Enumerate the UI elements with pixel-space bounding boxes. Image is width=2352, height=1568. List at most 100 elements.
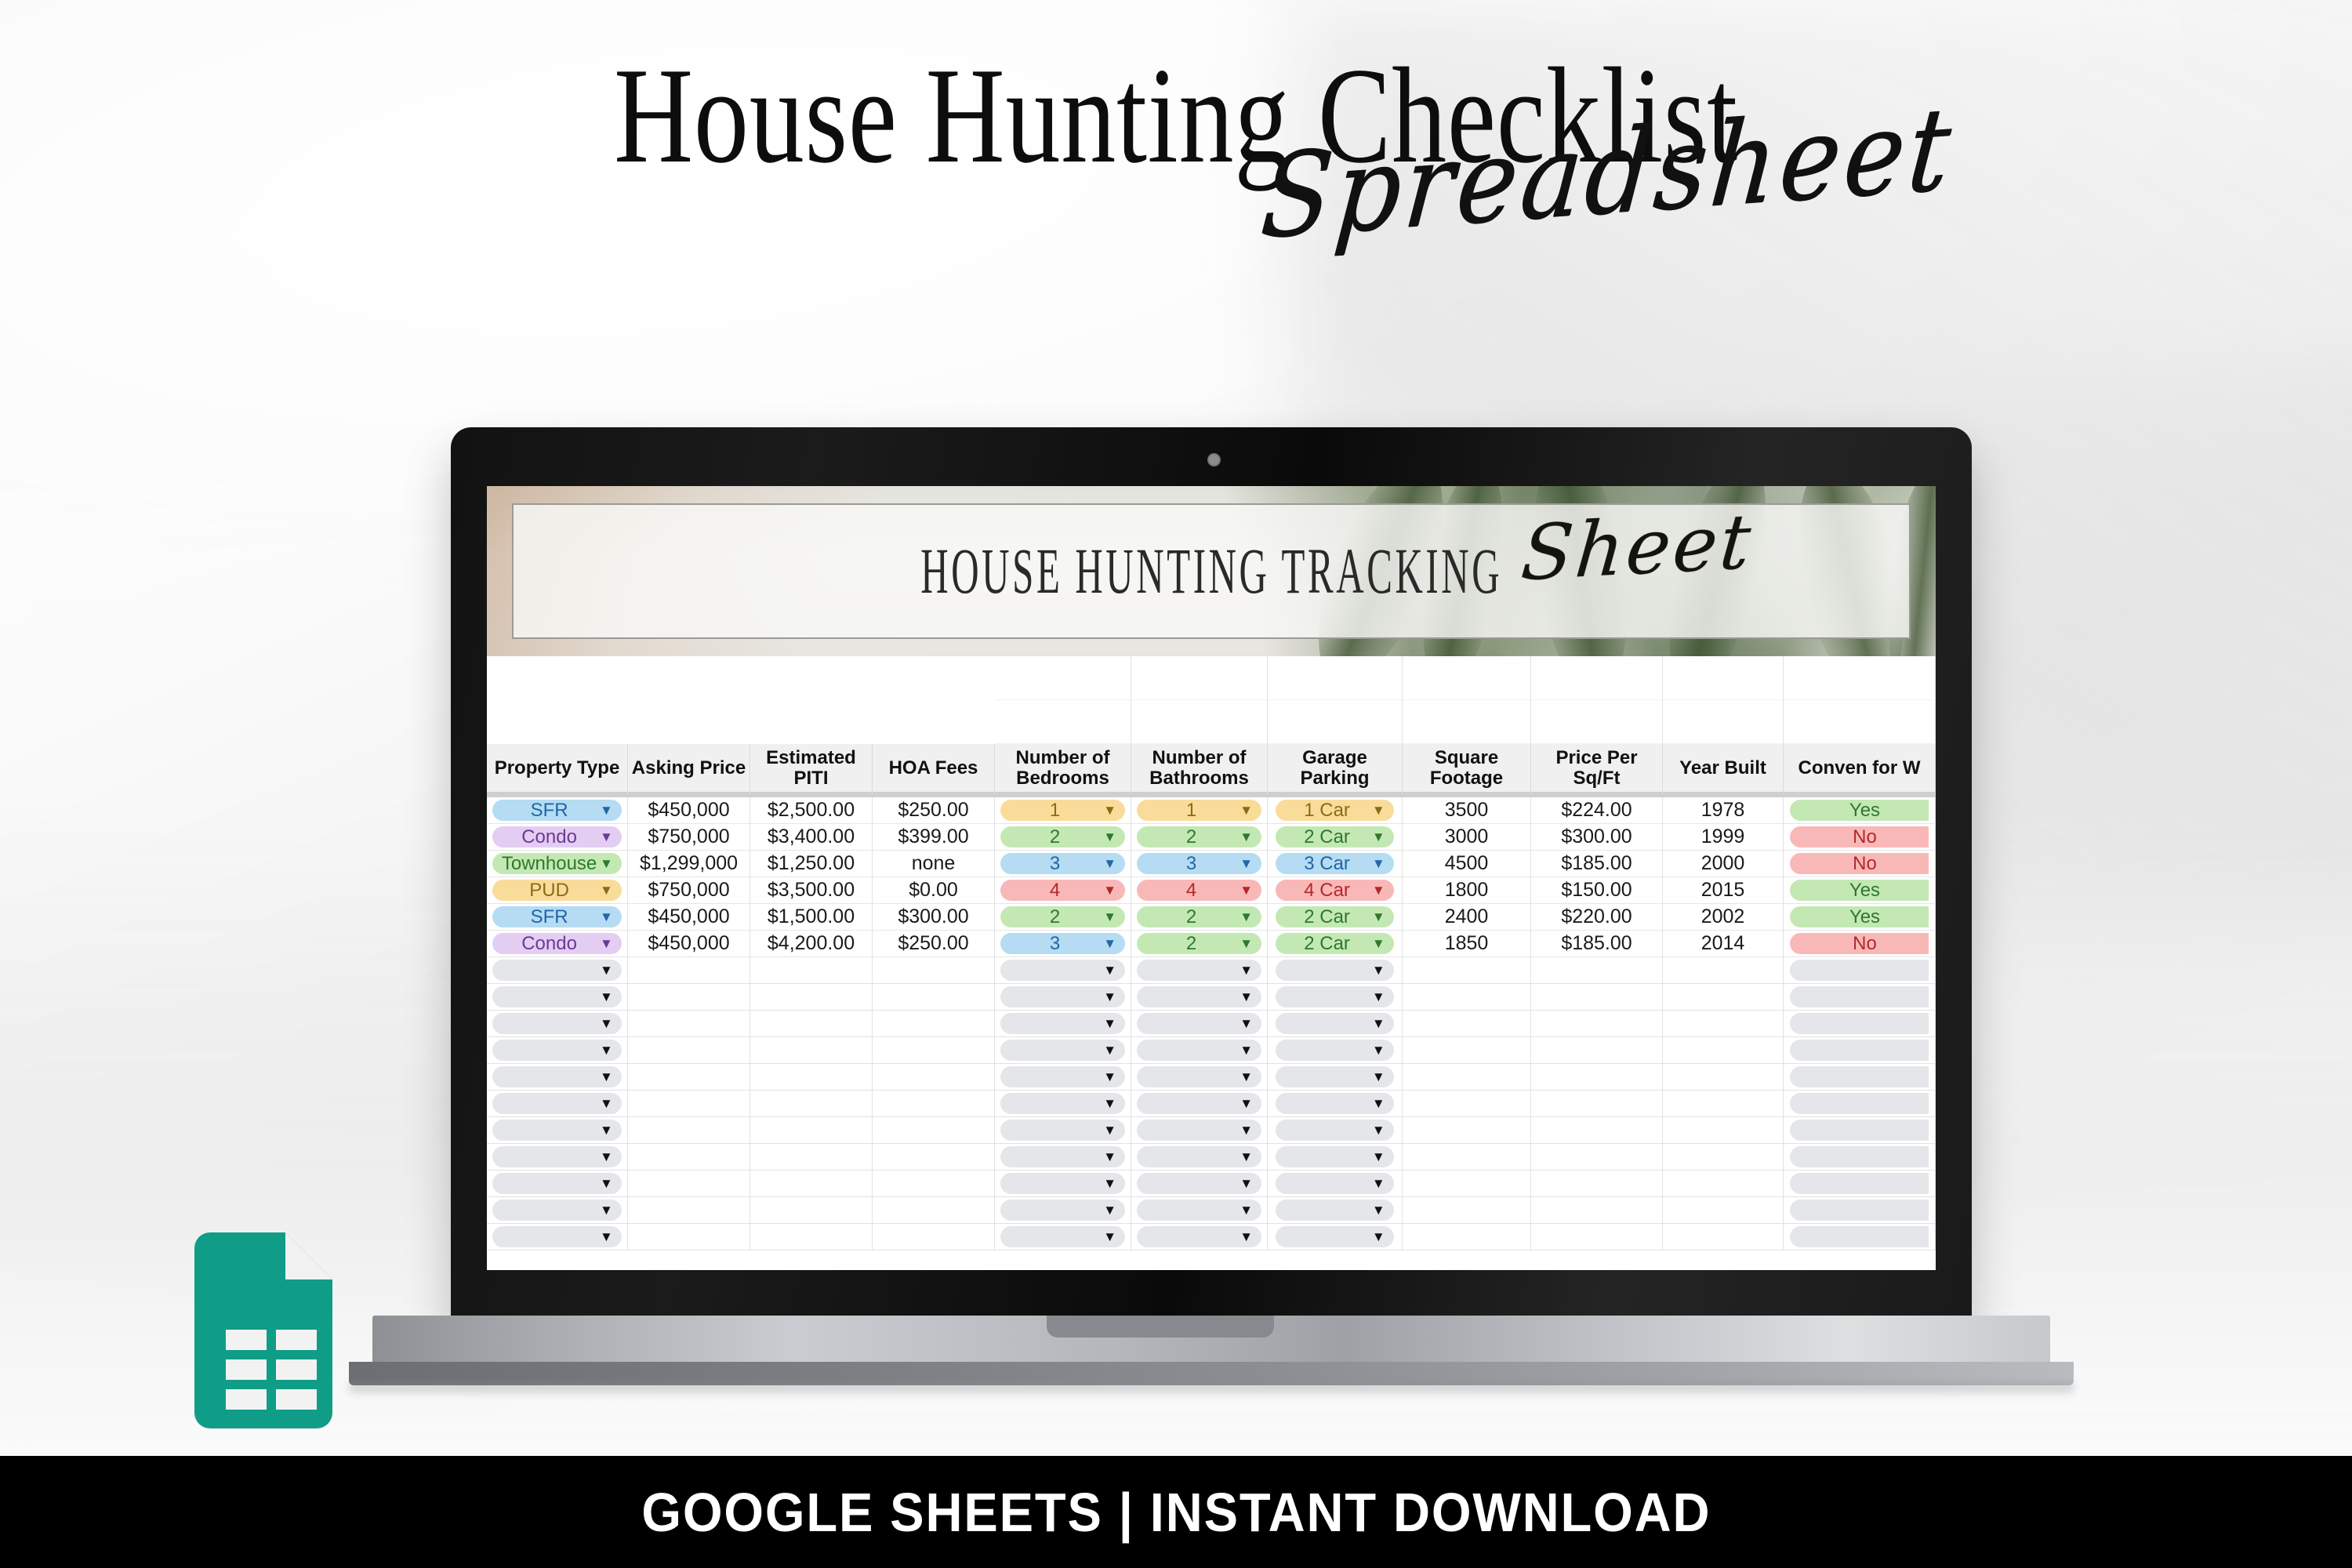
cell-convenient-for-work[interactable] — [1784, 1064, 1936, 1091]
cell-bathrooms[interactable]: ▼ — [1131, 1117, 1268, 1144]
cell-year-built[interactable]: 2015 — [1663, 877, 1784, 904]
cell-property-type[interactable]: Townhouse ▼ — [487, 851, 628, 877]
cell-asking-price[interactable] — [628, 1197, 750, 1224]
dropdown-chip[interactable]: 2 ▼ — [1136, 906, 1262, 927]
cell-square-footage[interactable] — [1403, 1091, 1531, 1117]
dropdown-chip[interactable]: 4 ▼ — [1136, 880, 1262, 901]
cell-square-footage[interactable]: 3000 — [1403, 824, 1531, 851]
cell-bedrooms[interactable]: 2 ▼ — [995, 904, 1131, 931]
dropdown-chip[interactable]: ▼ — [1276, 1013, 1394, 1034]
dropdown-chip[interactable]: 2 ▼ — [1000, 906, 1126, 927]
dropdown-chip[interactable]: ▼ — [492, 986, 622, 1007]
dropdown-chip[interactable]: ▼ — [1136, 986, 1262, 1007]
cell-asking-price[interactable]: $750,000 — [628, 877, 750, 904]
cell-square-footage[interactable] — [1403, 1037, 1531, 1064]
cell-hoa-fees[interactable] — [873, 1197, 995, 1224]
cell-garage-parking[interactable]: 4 Car ▼ — [1268, 877, 1403, 904]
dropdown-chip[interactable]: Condo ▼ — [492, 826, 622, 848]
cell-square-footage[interactable] — [1403, 1197, 1531, 1224]
dropdown-chip[interactable] — [1789, 1120, 1929, 1141]
dropdown-chip[interactable]: Condo ▼ — [492, 933, 622, 954]
column-header-asking-price[interactable]: Asking Price — [628, 744, 750, 797]
cell-convenient-for-work[interactable] — [1784, 1144, 1936, 1171]
dropdown-chip[interactable]: ▼ — [492, 1093, 622, 1114]
cell-garage-parking[interactable]: 1 Car ▼ — [1268, 797, 1403, 824]
cell-price-per-sqft[interactable] — [1531, 1224, 1663, 1250]
cell-estimated-piti[interactable] — [750, 1144, 873, 1171]
cell-garage-parking[interactable]: ▼ — [1268, 1171, 1403, 1197]
dropdown-chip[interactable]: ▼ — [1000, 986, 1126, 1007]
dropdown-chip[interactable]: 1 Car ▼ — [1276, 800, 1394, 821]
cell-hoa-fees[interactable]: $250.00 — [873, 797, 995, 824]
column-header-convenient-for-work[interactable]: Conven for W — [1784, 744, 1936, 797]
cell-asking-price[interactable] — [628, 1117, 750, 1144]
blank-cell[interactable] — [628, 700, 750, 744]
cell-year-built[interactable] — [1663, 1197, 1784, 1224]
cell-price-per-sqft[interactable] — [1531, 984, 1663, 1011]
cell-convenient-for-work[interactable] — [1784, 1171, 1936, 1197]
cell-convenient-for-work[interactable] — [1784, 957, 1936, 984]
dropdown-chip[interactable] — [1789, 1146, 1929, 1167]
cell-year-built[interactable]: 2000 — [1663, 851, 1784, 877]
dropdown-chip[interactable]: SFR ▼ — [492, 906, 622, 927]
cell-bathrooms[interactable]: ▼ — [1131, 1224, 1268, 1250]
cell-convenient-for-work[interactable] — [1784, 1037, 1936, 1064]
cell-hoa-fees[interactable]: $0.00 — [873, 877, 995, 904]
dropdown-chip[interactable]: ▼ — [1276, 1226, 1394, 1247]
cell-convenient-for-work[interactable]: No — [1784, 824, 1936, 851]
dropdown-chip[interactable]: 1 ▼ — [1136, 800, 1262, 821]
dropdown-chip[interactable]: 2 ▼ — [1136, 826, 1262, 848]
cell-garage-parking[interactable]: 2 Car ▼ — [1268, 904, 1403, 931]
cell-hoa-fees[interactable] — [873, 1037, 995, 1064]
cell-bathrooms[interactable]: ▼ — [1131, 1064, 1268, 1091]
dropdown-chip[interactable]: 2 ▼ — [1136, 933, 1262, 954]
blank-cell[interactable] — [1131, 700, 1268, 744]
cell-property-type[interactable]: ▼ — [487, 1197, 628, 1224]
cell-price-per-sqft[interactable] — [1531, 1197, 1663, 1224]
cell-estimated-piti[interactable]: $3,500.00 — [750, 877, 873, 904]
dropdown-chip[interactable]: ▼ — [1276, 1066, 1394, 1087]
cell-year-built[interactable] — [1663, 1064, 1784, 1091]
dropdown-chip[interactable]: ▼ — [492, 1040, 622, 1061]
cell-price-per-sqft[interactable] — [1531, 1011, 1663, 1037]
cell-garage-parking[interactable]: ▼ — [1268, 1011, 1403, 1037]
dropdown-chip[interactable]: SFR ▼ — [492, 800, 622, 821]
cell-bathrooms[interactable]: ▼ — [1131, 1037, 1268, 1064]
dropdown-chip[interactable]: ▼ — [1000, 1093, 1126, 1114]
cell-bedrooms[interactable]: ▼ — [995, 1171, 1131, 1197]
cell-property-type[interactable]: ▼ — [487, 1037, 628, 1064]
cell-asking-price[interactable] — [628, 1144, 750, 1171]
cell-bathrooms[interactable]: ▼ — [1131, 1011, 1268, 1037]
dropdown-chip[interactable]: Yes — [1789, 906, 1929, 927]
cell-asking-price[interactable] — [628, 1171, 750, 1197]
cell-square-footage[interactable] — [1403, 1144, 1531, 1171]
cell-bedrooms[interactable]: 3 ▼ — [995, 931, 1131, 957]
dropdown-chip[interactable]: ▼ — [1136, 1146, 1262, 1167]
cell-garage-parking[interactable]: ▼ — [1268, 1091, 1403, 1117]
cell-price-per-sqft[interactable]: $185.00 — [1531, 851, 1663, 877]
dropdown-chip[interactable]: 2 ▼ — [1000, 826, 1126, 848]
dropdown-chip[interactable]: ▼ — [492, 1013, 622, 1034]
cell-year-built[interactable] — [1663, 1171, 1784, 1197]
dropdown-chip[interactable]: ▼ — [1136, 1173, 1262, 1194]
cell-hoa-fees[interactable]: none — [873, 851, 995, 877]
cell-asking-price[interactable]: $750,000 — [628, 824, 750, 851]
cell-year-built[interactable] — [1663, 1011, 1784, 1037]
cell-convenient-for-work[interactable]: Yes — [1784, 797, 1936, 824]
cell-price-per-sqft[interactable] — [1531, 1171, 1663, 1197]
dropdown-chip[interactable]: 2 Car ▼ — [1276, 906, 1394, 927]
blank-cell[interactable] — [1784, 656, 1936, 700]
blank-cell[interactable] — [995, 700, 1131, 744]
dropdown-chip[interactable] — [1789, 960, 1929, 981]
dropdown-chip[interactable]: ▼ — [1136, 1013, 1262, 1034]
cell-estimated-piti[interactable] — [750, 1117, 873, 1144]
dropdown-chip[interactable]: ▼ — [1136, 1120, 1262, 1141]
cell-price-per-sqft[interactable]: $150.00 — [1531, 877, 1663, 904]
cell-price-per-sqft[interactable] — [1531, 1117, 1663, 1144]
cell-bathrooms[interactable]: 3 ▼ — [1131, 851, 1268, 877]
cell-square-footage[interactable] — [1403, 1064, 1531, 1091]
cell-asking-price[interactable] — [628, 1011, 750, 1037]
cell-bedrooms[interactable]: ▼ — [995, 1064, 1131, 1091]
cell-hoa-fees[interactable] — [873, 984, 995, 1011]
dropdown-chip[interactable] — [1789, 1226, 1929, 1247]
